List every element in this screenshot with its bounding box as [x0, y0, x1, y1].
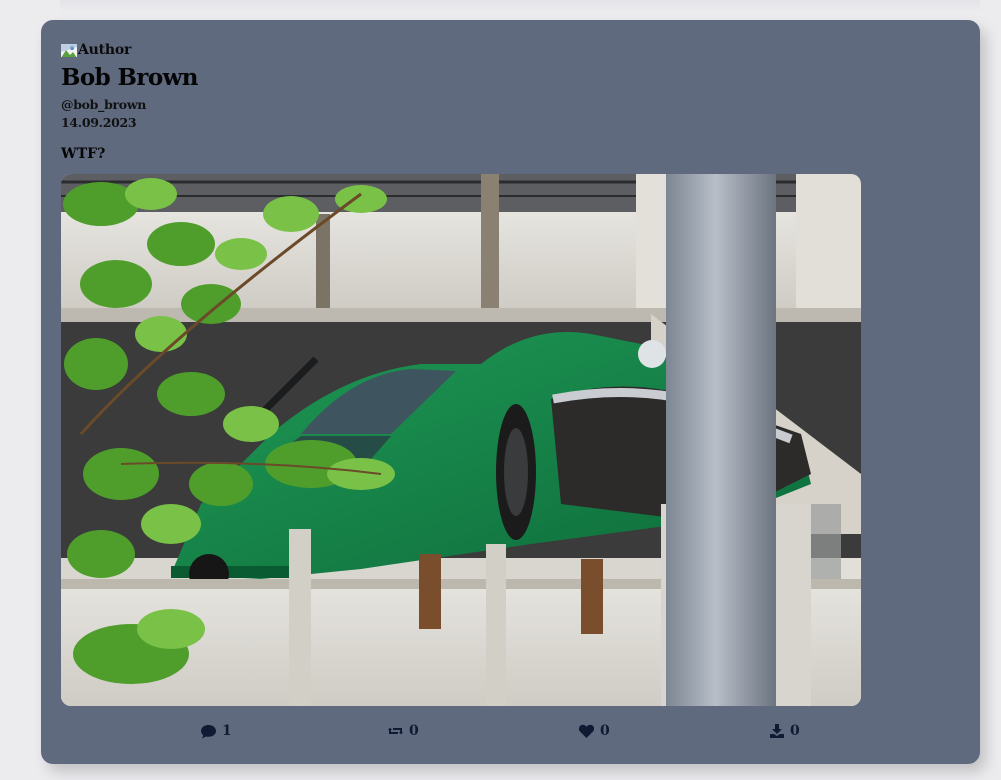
comment-button[interactable]: 1 [200, 723, 232, 739]
repost-count: 0 [409, 723, 419, 739]
post-image-illustration [61, 174, 861, 706]
post-image[interactable] [61, 174, 861, 706]
like-count: 0 [600, 723, 610, 739]
download-count: 0 [790, 723, 800, 739]
heart-icon [578, 724, 595, 738]
author-handle[interactable]: @bob_brown [61, 97, 146, 112]
download-icon [770, 724, 784, 738]
comment-icon [201, 724, 216, 738]
author-row: Author [61, 42, 131, 58]
post-card: Author Bob Brown @bob_brown 14.09.2023 W… [41, 20, 980, 764]
avatar-broken-image-icon[interactable] [61, 43, 77, 57]
repost-button[interactable]: 0 [387, 723, 419, 739]
comment-count: 1 [222, 723, 232, 739]
author-name[interactable]: Bob Brown [61, 64, 198, 91]
post-actions-bar: 1 0 0 0 [41, 723, 980, 745]
repost-icon [388, 727, 403, 735]
like-button[interactable]: 0 [578, 723, 610, 739]
download-button[interactable]: 0 [769, 723, 800, 739]
page-top-shadow [60, 0, 980, 12]
post-text: WTF? [61, 146, 106, 162]
post-date: 14.09.2023 [61, 115, 137, 130]
author-label: Author [78, 42, 132, 58]
